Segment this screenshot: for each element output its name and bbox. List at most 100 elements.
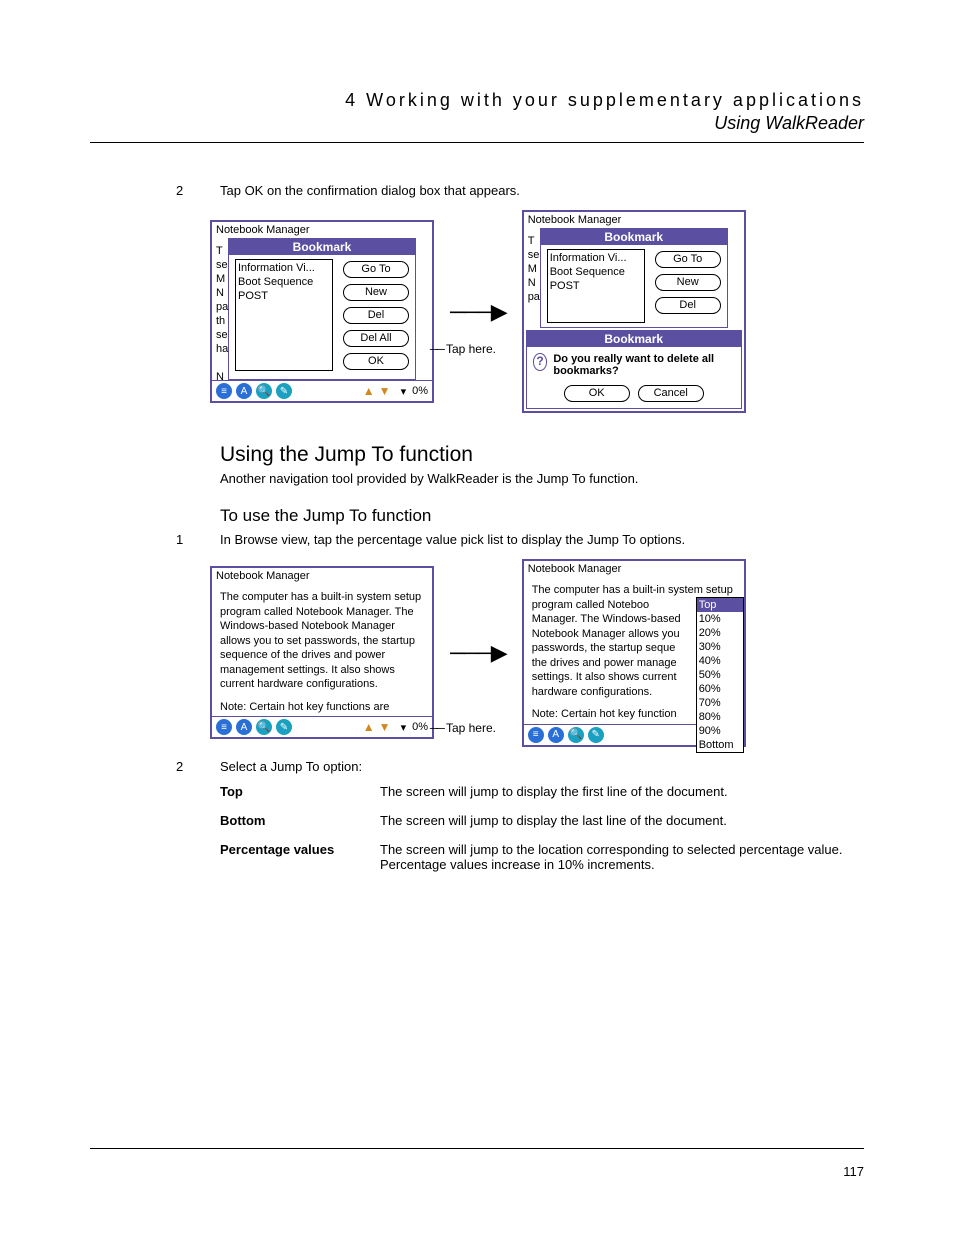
arrow-icon: ───▶ <box>450 299 506 325</box>
new-button[interactable]: New <box>655 274 721 291</box>
bg-text: pa <box>528 290 540 304</box>
page-number: 117 <box>843 1164 864 1179</box>
jump-to-menu[interactable]: Top 10% 20% 30% 40% 50% 60% 70% 80% 90% … <box>696 597 744 753</box>
list-icon[interactable]: ≡ <box>216 383 232 399</box>
confirm-ok-button[interactable]: OK <box>564 385 630 402</box>
jump-option[interactable]: 20% <box>697 626 743 640</box>
bg-text: se <box>216 328 228 342</box>
percent-picker[interactable]: 0% <box>412 721 428 733</box>
jump-option[interactable]: 90% <box>697 724 743 738</box>
bookmark-list[interactable]: Information Vi... Boot Sequence POST <box>235 259 333 371</box>
search-icon[interactable]: 🔍 <box>256 383 272 399</box>
jump-intro: Another navigation tool provided by Walk… <box>220 471 860 486</box>
pen-icon[interactable]: ✎ <box>276 719 292 735</box>
jump-option[interactable]: 10% <box>697 612 743 626</box>
list-item[interactable]: Information Vi... <box>550 251 642 265</box>
confirm-titlebar: Bookmark <box>527 331 741 347</box>
option-desc: The screen will jump to the location cor… <box>380 842 860 872</box>
list-icon[interactable]: ≡ <box>528 727 544 743</box>
jump-option[interactable]: 80% <box>697 710 743 724</box>
bg-text: T <box>528 234 535 248</box>
list-item[interactable]: POST <box>550 279 642 293</box>
bg-text: se <box>216 258 228 272</box>
step-text: Tap OK on the confirmation dialog box th… <box>220 183 520 198</box>
bg-text: M <box>528 262 537 276</box>
pda-bookmark-confirm: Notebook Manager Bookmark Information Vi… <box>522 210 746 413</box>
page-header: 4 Working with your supplementary applic… <box>90 90 864 134</box>
figure-jump-flow: Notebook Manager The computer has a buil… <box>210 559 860 747</box>
confirm-cancel-button[interactable]: Cancel <box>638 385 704 402</box>
jump-option[interactable]: 70% <box>697 696 743 710</box>
pda-title: Notebook Manager <box>212 222 432 238</box>
step-text: Select a Jump To option: <box>220 759 362 774</box>
confirm-text: Do you really want to delete all bookmar… <box>553 353 734 377</box>
heading-jump-to: Using the Jump To function <box>220 443 860 467</box>
pda-browse-jump-menu: Notebook Manager The computer has a buil… <box>522 559 746 747</box>
font-icon[interactable]: A <box>236 383 252 399</box>
bg-text: th <box>216 314 225 328</box>
figure-bookmark-flow: Notebook Manager Bookmark Information Vi… <box>210 210 860 413</box>
bg-text: N <box>528 276 536 290</box>
search-icon[interactable]: 🔍 <box>568 727 584 743</box>
del-button[interactable]: Del <box>343 307 409 324</box>
list-item[interactable]: Information Vi... <box>238 261 330 275</box>
delall-button[interactable]: Del All <box>343 330 409 347</box>
pda-browse-before: Notebook Manager The computer has a buil… <box>210 566 434 739</box>
ok-button[interactable]: OK <box>343 353 409 370</box>
caption-tap-here: ── Tap here. <box>430 342 496 356</box>
goto-button[interactable]: Go To <box>343 261 409 278</box>
pda-toolbar: ≡ A 🔍 ✎ ▲ ▼ ▾ 0% <box>212 380 432 401</box>
header-rule <box>90 142 864 143</box>
jump-option-top[interactable]: Top <box>697 598 743 612</box>
pda-title: Notebook Manager <box>524 561 744 577</box>
bg-text: pa <box>216 300 228 314</box>
pen-icon[interactable]: ✎ <box>276 383 292 399</box>
arrow-icon: ───▶ <box>450 640 506 666</box>
new-button[interactable]: New <box>343 284 409 301</box>
bg-text: se <box>528 248 540 262</box>
bookmark-list[interactable]: Information Vi... Boot Sequence POST <box>547 249 645 323</box>
option-percentage: Percentage values The screen will jump t… <box>220 842 860 872</box>
bg-text: N <box>216 370 224 384</box>
step-2b: 2 Select a Jump To option: <box>220 759 860 774</box>
question-icon: ? <box>533 353 548 371</box>
del-button[interactable]: Del <box>655 297 721 314</box>
scroll-down-icon[interactable]: ▼ <box>379 384 391 398</box>
doc-text: The computer has a built-in system setup… <box>220 590 424 692</box>
bg-text: M <box>216 272 225 286</box>
bookmark-titlebar: Bookmark <box>229 239 415 255</box>
list-item[interactable]: Boot Sequence <box>238 275 330 289</box>
chapter-title: 4 Working with your supplementary applic… <box>90 90 864 111</box>
list-item[interactable]: POST <box>238 289 330 303</box>
step-2a: 2 Tap OK on the confirmation dialog box … <box>220 183 860 198</box>
pen-icon[interactable]: ✎ <box>588 727 604 743</box>
jump-option[interactable]: 40% <box>697 654 743 668</box>
doc-text: Note: Certain hot key functions are <box>220 700 424 715</box>
font-icon[interactable]: A <box>548 727 564 743</box>
caption-tap-here: ── Tap here. <box>430 721 496 735</box>
option-term: Percentage values <box>220 842 380 872</box>
jump-option-bottom[interactable]: Bottom <box>697 738 743 752</box>
jump-option[interactable]: 30% <box>697 640 743 654</box>
jump-option[interactable]: 50% <box>697 668 743 682</box>
percent-picker[interactable]: 0% <box>412 385 428 397</box>
option-desc: The screen will jump to display the last… <box>380 813 860 828</box>
scroll-down-icon[interactable]: ▼ <box>379 720 391 734</box>
bg-text: N <box>216 286 224 300</box>
option-bottom: Bottom The screen will jump to display t… <box>220 813 860 828</box>
list-item[interactable]: Boot Sequence <box>550 265 642 279</box>
section-subtitle: Using WalkReader <box>90 113 864 134</box>
scroll-up-icon[interactable]: ▲ <box>363 720 375 734</box>
pda-bookmark-before: Notebook Manager Bookmark Information Vi… <box>210 220 434 403</box>
list-icon[interactable]: ≡ <box>216 719 232 735</box>
footer-rule <box>90 1148 864 1149</box>
bg-text: ha <box>216 342 228 356</box>
goto-button[interactable]: Go To <box>655 251 721 268</box>
confirm-dialog: ? Do you really want to delete all bookm… <box>527 347 741 383</box>
search-icon[interactable]: 🔍 <box>256 719 272 735</box>
option-term: Top <box>220 784 380 799</box>
scroll-up-icon[interactable]: ▲ <box>363 384 375 398</box>
font-icon[interactable]: A <box>236 719 252 735</box>
step-text: In Browse view, tap the percentage value… <box>220 532 685 547</box>
jump-option[interactable]: 60% <box>697 682 743 696</box>
